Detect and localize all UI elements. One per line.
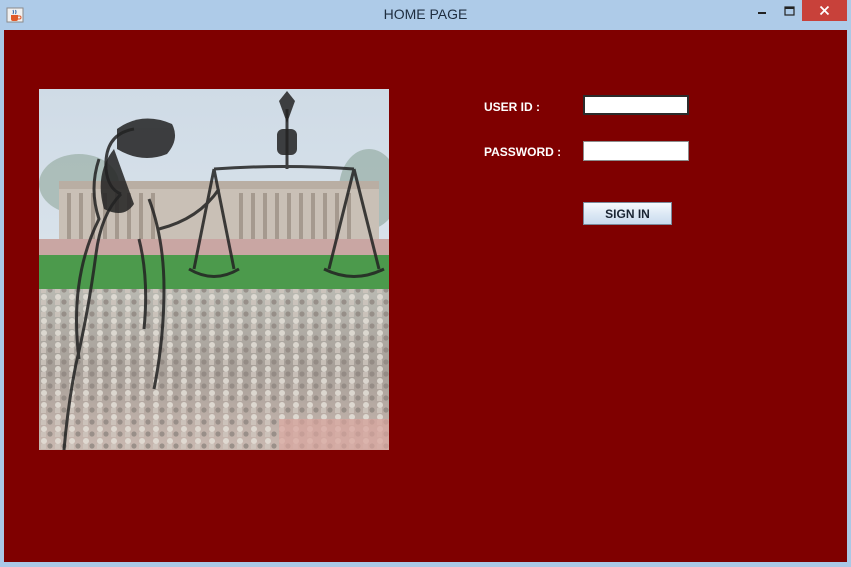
maximize-button[interactable]	[777, 0, 801, 21]
password-label: PASSWORD :	[484, 145, 562, 159]
password-input[interactable]	[583, 141, 689, 161]
minimize-button[interactable]	[751, 0, 773, 21]
justice-scales-parliament-crowd-image	[39, 89, 389, 450]
minimize-icon	[758, 11, 766, 14]
window-title: HOME PAGE	[383, 6, 468, 22]
sign-in-button[interactable]: SIGN IN	[583, 202, 672, 225]
title-bar[interactable]: HOME PAGE	[0, 0, 851, 30]
main-panel: USER ID : PASSWORD : SIGN IN	[4, 30, 847, 562]
user-id-input[interactable]	[583, 95, 689, 115]
close-icon	[819, 5, 830, 16]
user-id-label: USER ID :	[484, 100, 541, 114]
close-button[interactable]	[802, 0, 847, 21]
maximize-icon	[783, 5, 795, 16]
